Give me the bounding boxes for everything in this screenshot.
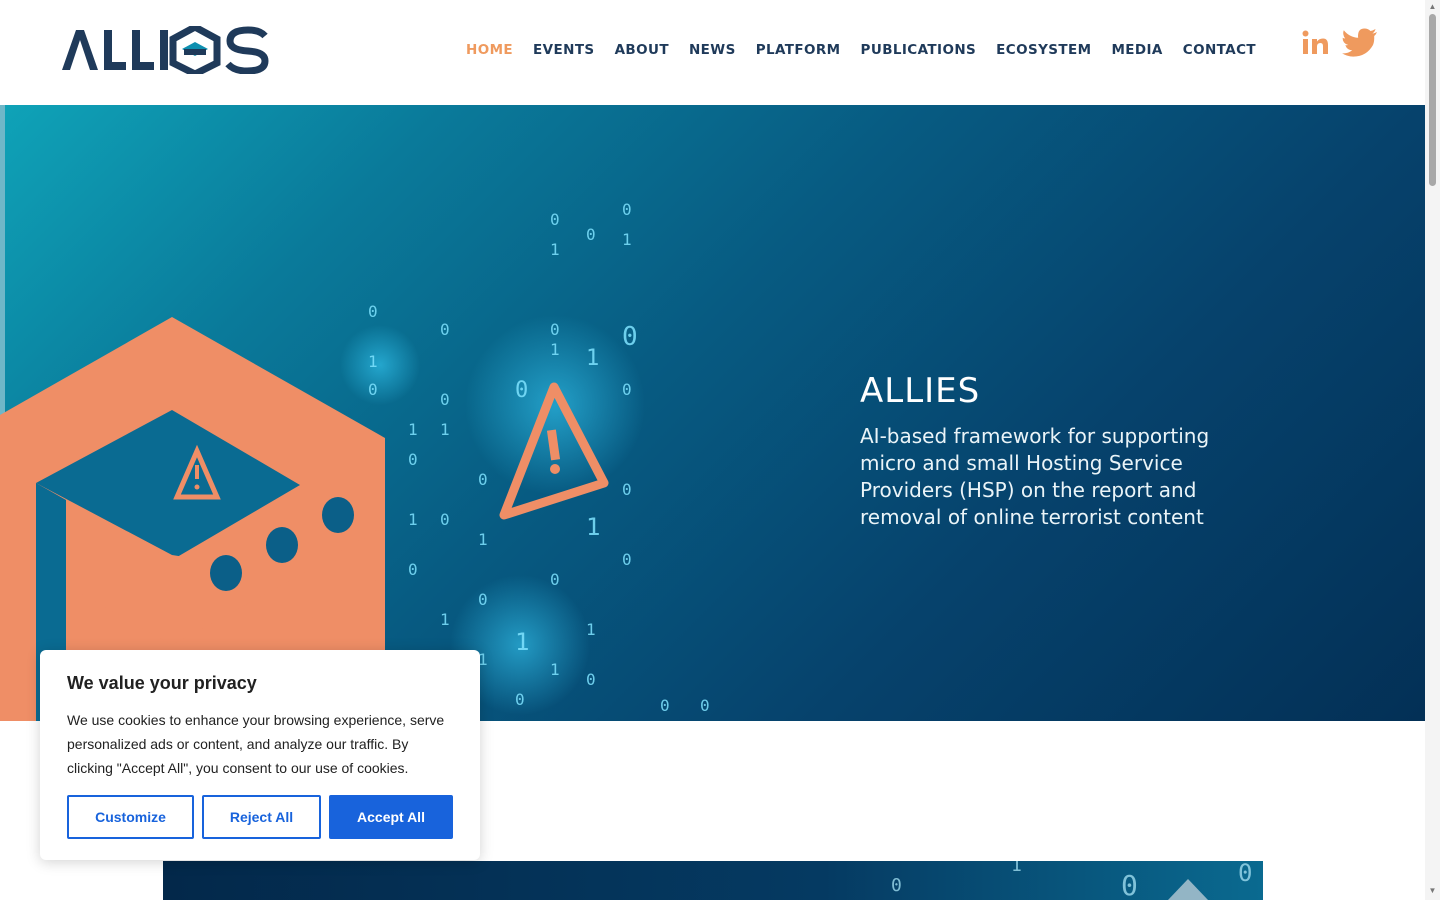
svg-text:0: 0	[660, 696, 670, 715]
svg-text:1: 1	[586, 346, 599, 371]
scroll-thumb[interactable]	[1429, 14, 1436, 186]
svg-text:0: 0	[622, 322, 638, 352]
svg-text:0: 0	[515, 378, 528, 403]
reject-all-button[interactable]: Reject All	[202, 795, 321, 839]
allies-logo[interactable]	[60, 26, 270, 74]
svg-text:1: 1	[408, 510, 418, 529]
svg-text:0: 0	[586, 670, 596, 689]
nav-platform[interactable]: PLATFORM	[746, 38, 851, 62]
svg-text:0: 0	[550, 570, 560, 589]
scroll-down-arrow-icon[interactable]: ▼	[1428, 886, 1437, 895]
svg-text:0: 0	[368, 380, 378, 399]
svg-text:1: 1	[408, 420, 418, 439]
svg-text:0: 0	[550, 210, 560, 229]
svg-text:0: 0	[891, 875, 902, 896]
svg-text:1: 1	[478, 530, 488, 549]
nav-news[interactable]: NEWS	[679, 38, 746, 62]
svg-text:0: 0	[478, 470, 488, 489]
main-nav: HOME EVENTS ABOUT NEWS PLATFORM PUBLICAT…	[456, 38, 1266, 62]
svg-text:0: 0	[408, 560, 418, 579]
scroll-up-arrow-icon[interactable]: ▲	[1428, 2, 1437, 11]
svg-text:0: 0	[622, 550, 632, 569]
accept-all-button[interactable]: Accept All	[329, 795, 453, 839]
page-scrollbar[interactable]: ▲ ▼	[1425, 0, 1440, 900]
nav-publications[interactable]: PUBLICATIONS	[851, 38, 987, 62]
nav-home[interactable]: HOME	[456, 38, 523, 62]
svg-text:1: 1	[515, 628, 529, 656]
nav-about[interactable]: ABOUT	[605, 38, 679, 62]
svg-text:0: 0	[622, 380, 632, 399]
hero-illustration: 0101 1010 00101 0101 010 010101 01110 01…	[0, 200, 710, 721]
site-header: HOME EVENTS ABOUT NEWS PLATFORM PUBLICAT…	[0, 0, 1425, 105]
svg-text:1: 1	[550, 340, 560, 359]
svg-text:0: 0	[700, 696, 710, 715]
cookie-title: We value your privacy	[67, 673, 257, 693]
svg-text:0: 0	[586, 225, 596, 244]
svg-text:0: 0	[550, 320, 560, 339]
svg-text:0: 0	[440, 390, 450, 409]
hero-banner: 0101 1010 00101 0101 010 010101 01110 01…	[0, 105, 1425, 721]
customize-button[interactable]: Customize	[67, 795, 194, 839]
svg-text:0: 0	[515, 690, 525, 709]
svg-text:0: 0	[1238, 861, 1252, 887]
svg-text:0: 0	[440, 320, 450, 339]
nav-contact[interactable]: CONTACT	[1173, 38, 1266, 62]
linkedin-icon[interactable]	[1300, 28, 1330, 58]
svg-text:1: 1	[368, 352, 378, 371]
svg-text:1: 1	[550, 240, 560, 259]
hero-subtitle: AI-based framework for supporting micro …	[860, 424, 1210, 529]
svg-text:1: 1	[586, 513, 600, 541]
nav-events[interactable]: EVENTS	[523, 38, 605, 62]
secondary-banner: 0 1 0 0	[163, 861, 1263, 900]
svg-text:0: 0	[622, 480, 632, 499]
svg-text:0: 0	[1121, 869, 1138, 900]
hero-title: ALLIES	[860, 371, 981, 411]
svg-text:1: 1	[440, 420, 450, 439]
svg-text:0: 0	[478, 590, 488, 609]
nav-ecosystem[interactable]: ECOSYSTEM	[986, 38, 1101, 62]
svg-text:0: 0	[368, 302, 378, 321]
svg-text:1: 1	[1011, 861, 1022, 876]
svg-text:0: 0	[440, 510, 450, 529]
cookie-consent-dialog: We value your privacy We use cookies to …	[40, 650, 480, 860]
twitter-icon[interactable]	[1342, 28, 1378, 60]
svg-text:1: 1	[622, 230, 632, 249]
svg-text:1: 1	[586, 620, 596, 639]
cookie-text: We use cookies to enhance your browsing …	[67, 712, 445, 776]
nav-media[interactable]: MEDIA	[1101, 38, 1172, 62]
svg-text:0: 0	[622, 200, 632, 219]
secondary-banner-art: 0 1 0 0	[891, 861, 1252, 900]
svg-text:1: 1	[550, 660, 560, 679]
svg-text:1: 1	[440, 610, 450, 629]
svg-text:0: 0	[408, 450, 418, 469]
